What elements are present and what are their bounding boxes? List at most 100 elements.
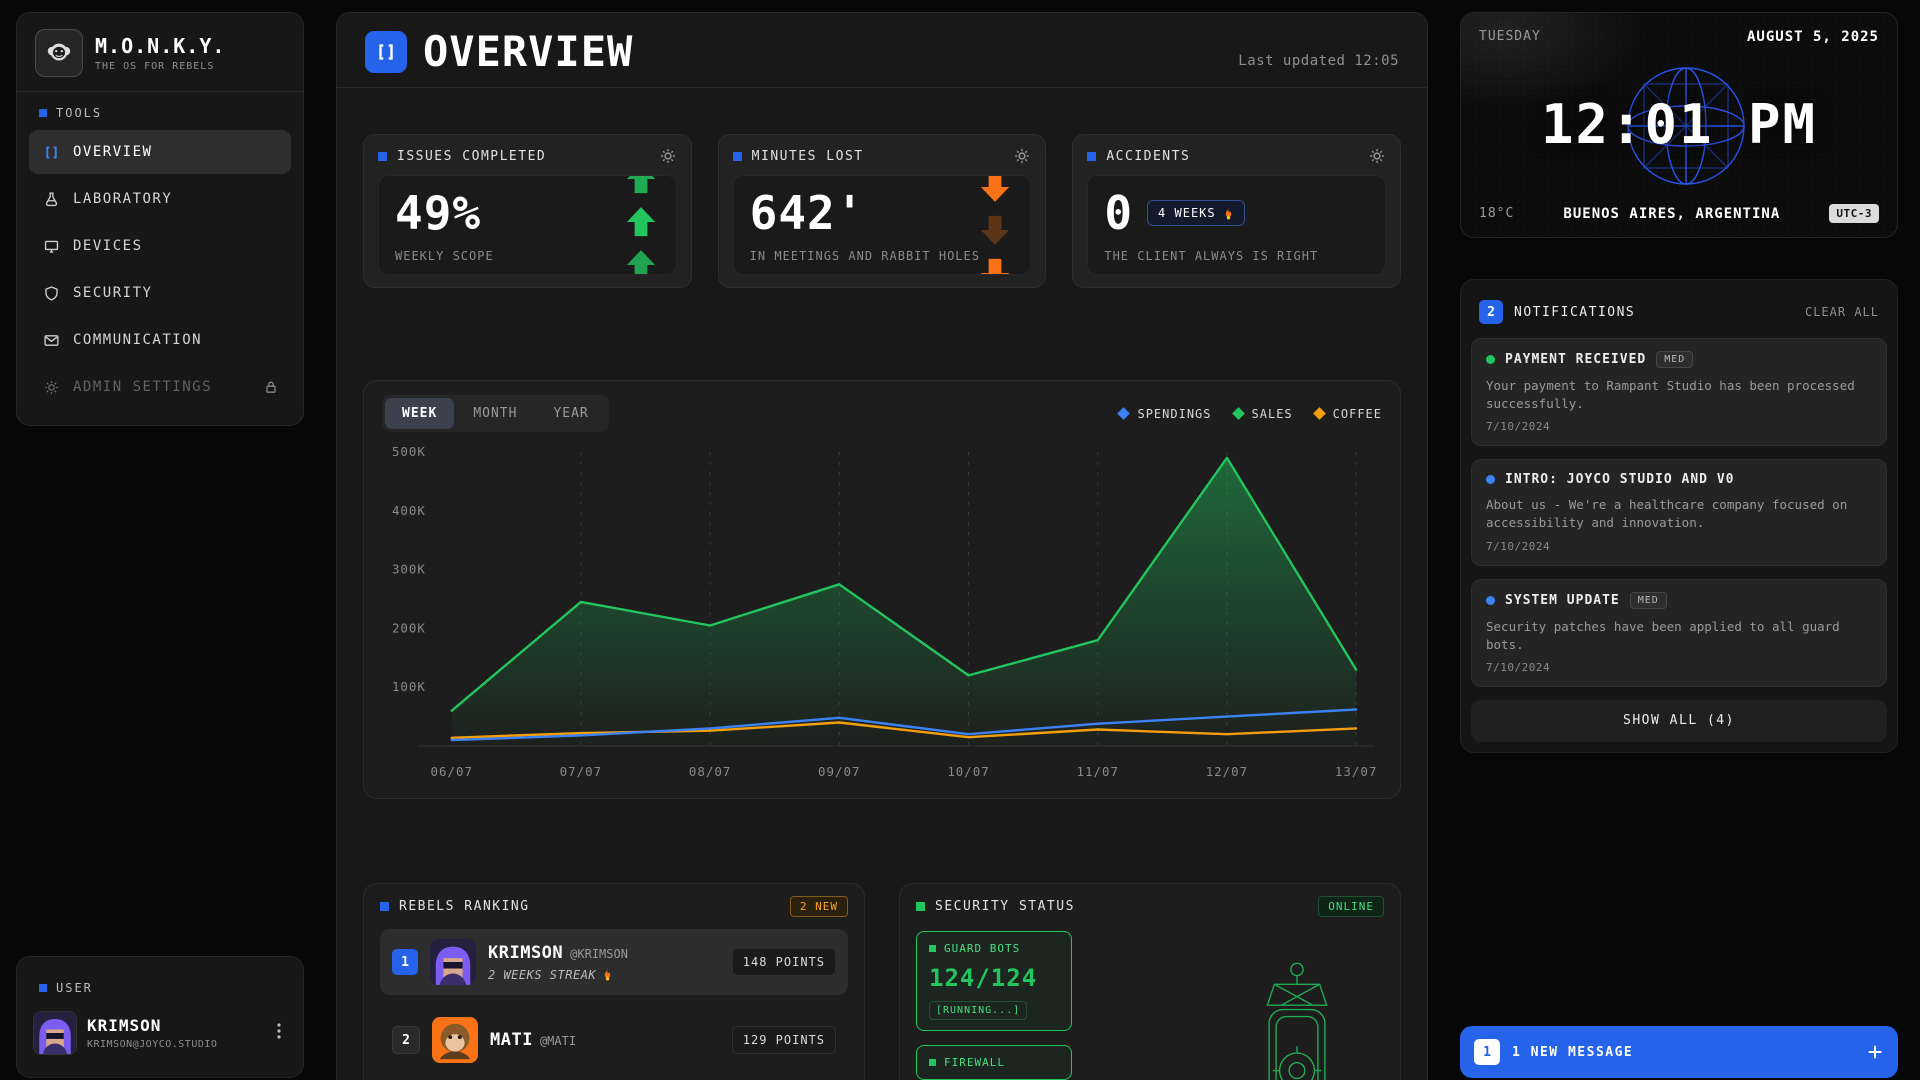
monitor-icon (41, 238, 61, 255)
tab-week[interactable]: WEEK (385, 398, 454, 429)
card-settings-button[interactable] (1013, 147, 1031, 165)
new-badge: 2 NEW (790, 896, 848, 917)
firewall-box: FIREWALL (916, 1045, 1072, 1080)
svg-text:06/07: 06/07 (430, 764, 472, 779)
notification-system-update[interactable]: SYSTEM UPDATE MED Security patches have … (1471, 579, 1887, 687)
clock-card: TUESDAY AUGUST 5, 2025 12:01 PM 18°C BUE… (1460, 12, 1898, 238)
guard-bot-illustration (1236, 959, 1358, 1080)
date: AUGUST 5, 2025 (1747, 29, 1879, 45)
card-title: MINUTES LOST (752, 149, 864, 164)
rank-name: KRIMSON (488, 943, 563, 963)
card-bullet (916, 902, 925, 911)
severity-badge: MED (1656, 351, 1693, 368)
minutes-caption: IN MEETINGS AND RABBIT HOLES (750, 249, 1015, 263)
sidebar-item-admin-settings[interactable]: ADMIN SETTINGS (29, 365, 291, 409)
overview-brackets-icon (365, 31, 407, 73)
legend-spendings[interactable]: SPENDINGS (1119, 407, 1211, 421)
green-bullet (929, 1059, 936, 1066)
rank-name: MATI (490, 1030, 533, 1050)
section-bullet (39, 109, 47, 117)
guard-bots-status: [RUNNING...] (929, 1001, 1027, 1020)
rank-handle: @MATI (540, 1034, 576, 1048)
notification-payment-received[interactable]: PAYMENT RECEIVED MED Your payment to Ram… (1471, 338, 1887, 446)
admin-gear-icon (41, 379, 61, 396)
brackets-icon (41, 144, 61, 161)
rank-handle: @KRIMSON (570, 947, 628, 961)
legend-coffee[interactable]: COFFEE (1315, 407, 1382, 421)
legend-sales[interactable]: SALES (1234, 407, 1293, 421)
svg-text:100K: 100K (392, 679, 426, 694)
sidebar-item-communication[interactable]: COMMUNICATION (29, 318, 291, 362)
expand-messages-button[interactable] (1866, 1043, 1884, 1061)
status-dot (1486, 355, 1495, 364)
trend-up-arrows (624, 175, 658, 275)
ranking-row-1[interactable]: 1 KRIMSON@KRIMSON 2 WEEKS STREAK 148 POI… (380, 929, 848, 995)
card-bullet (733, 152, 742, 161)
rank-badge: 2 (392, 1026, 420, 1054)
accidents-caption: THE CLIENT ALWAYS IS RIGHT (1104, 249, 1369, 263)
minutes-value: 642' (750, 190, 1015, 236)
arrow-up-icon (624, 248, 658, 275)
accidents-value: 0 (1104, 190, 1133, 236)
online-badge: ONLINE (1318, 896, 1384, 917)
chart-legend: SPENDINGS SALES COFFEE (1119, 407, 1382, 421)
main-content: OVERVIEW Last updated 12:05 ISSUES COMPL… (336, 12, 1428, 1080)
tab-month[interactable]: MONTH (456, 398, 534, 429)
sidebar-item-overview[interactable]: OVERVIEW (29, 130, 291, 174)
accidents-streak-badge: 4 WEEKS (1147, 200, 1245, 226)
user-panel: USER KRIMSON KRIMSON@JOYCO.STUDIO (16, 956, 304, 1078)
monkey-logo-icon (35, 29, 83, 77)
utc-offset-badge: UTC-3 (1829, 204, 1879, 223)
krimson-avatar (34, 1012, 76, 1054)
card-bullet (1087, 152, 1096, 161)
notification-date: 7/10/2024 (1486, 661, 1872, 674)
ranking-row-2[interactable]: 2 MATI @MATI 129 POINTS (380, 1007, 848, 1073)
card-settings-button[interactable] (1368, 147, 1386, 165)
points-badge: 129 POINTS (732, 1026, 836, 1054)
krimson-avatar (430, 939, 476, 985)
arrow-up-icon (624, 175, 658, 196)
location: BUENOS AIRES, ARGENTINA (1514, 206, 1829, 222)
app-title: M.O.N.K.Y. (95, 34, 225, 58)
sidebar-item-devices[interactable]: DEVICES (29, 224, 291, 268)
stat-body: 0 4 WEEKS THE CLIENT ALWAYS IS RIGHT (1087, 175, 1386, 275)
section-bullet (39, 984, 47, 992)
issues-completed-card: ISSUES COMPLETED 49% WEEKLY SCOPE (363, 134, 692, 288)
plus-icon (1866, 1043, 1884, 1061)
user-menu-button[interactable] (271, 1019, 287, 1047)
kebab-icon (277, 1023, 281, 1039)
user-card: KRIMSON KRIMSON@JOYCO.STUDIO (29, 1005, 291, 1055)
status-dot (1486, 596, 1495, 605)
sidebar-item-security[interactable]: SECURITY (29, 271, 291, 315)
mati-avatar (432, 1017, 478, 1063)
notification-date: 7/10/2024 (1486, 540, 1872, 553)
notification-intro[interactable]: INTRO: JOYCO STUDIO AND V0 About us - We… (1471, 459, 1887, 565)
svg-text:300K: 300K (392, 562, 426, 577)
svg-text:11/07: 11/07 (1077, 764, 1119, 779)
gear-icon (659, 147, 677, 165)
card-settings-button[interactable] (659, 147, 677, 165)
card-title: ISSUES COMPLETED (397, 149, 546, 164)
card-title: ACCIDENTS (1106, 149, 1190, 164)
fire-icon (1223, 207, 1234, 220)
line-chart: 100K200K300K400K500K06/0707/0708/0709/07… (382, 436, 1382, 784)
rank-streak: 2 WEEKS STREAK (488, 968, 628, 982)
gear-icon (1013, 147, 1031, 165)
weekday: TUESDAY (1479, 29, 1541, 45)
shield-icon (41, 285, 61, 302)
points-badge: 148 POINTS (732, 948, 836, 976)
mail-icon (41, 332, 61, 349)
sidebar-item-laboratory[interactable]: LABORATORY (29, 177, 291, 221)
spendings-swatch (1118, 407, 1131, 420)
clear-all-button[interactable]: CLEAR ALL (1805, 305, 1879, 319)
show-all-button[interactable]: SHOW ALL (4) (1471, 700, 1887, 742)
new-message-bar[interactable]: 1 1 NEW MESSAGE (1460, 1026, 1898, 1078)
user-section-label: USER (29, 967, 291, 1005)
issues-caption: WEEKLY SCOPE (395, 249, 660, 263)
svg-text:07/07: 07/07 (560, 764, 602, 779)
stat-body: 642' IN MEETINGS AND RABBIT HOLES (733, 175, 1032, 275)
page-title: OVERVIEW (423, 31, 633, 73)
app-logo-row: M.O.N.K.Y. THE OS FOR REBELS (29, 27, 291, 91)
guard-bots-box: GUARD BOTS 124/124 [RUNNING...] (916, 931, 1072, 1031)
tab-year[interactable]: YEAR (536, 398, 605, 429)
